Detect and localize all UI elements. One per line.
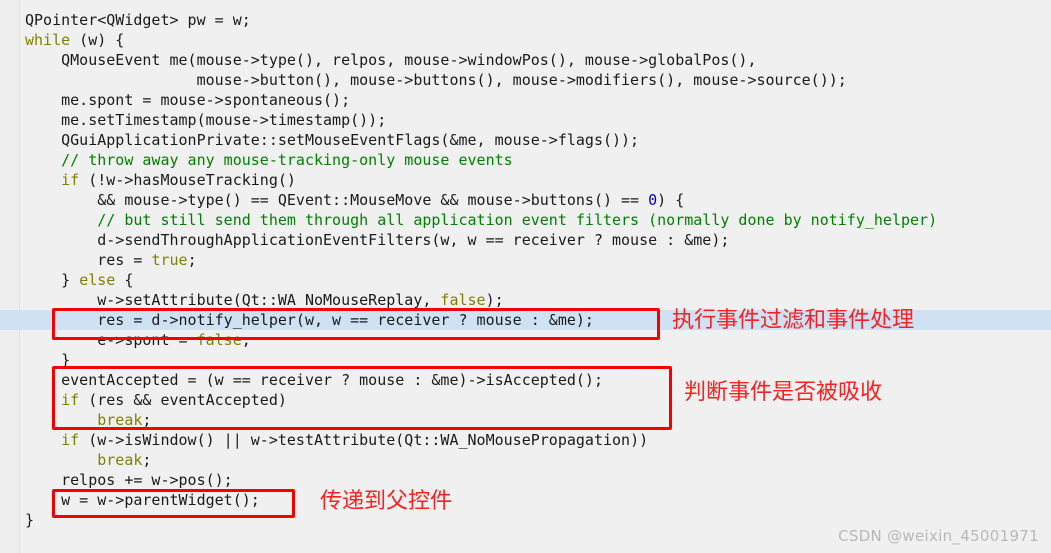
code-token-pln: d->sendThroughApplicationEventFilters(w,… bbox=[25, 231, 730, 249]
code-token-pln: (res && eventAccepted) bbox=[79, 391, 287, 409]
code-line: if (!w->hasMouseTracking() bbox=[19, 170, 1051, 190]
code-line: } else { bbox=[19, 270, 1051, 290]
code-token-pln: res = bbox=[25, 251, 152, 269]
code-line: mouse->button(), mouse->buttons(), mouse… bbox=[19, 70, 1051, 90]
code-token-pln: w->setAttribute(Qt::WA_NoMouseReplay, bbox=[25, 291, 441, 309]
code-token-kw: break bbox=[25, 411, 143, 429]
code-token-pln: ; bbox=[142, 411, 152, 429]
code-line: me.setTimestamp(mouse->timestamp()); bbox=[19, 110, 1051, 130]
code-line: break; bbox=[19, 450, 1051, 470]
code-token-pln: mouse->button(), mouse->buttons(), mouse… bbox=[25, 71, 847, 89]
code-token-pln: && mouse->type() == QEvent::MouseMove &&… bbox=[25, 191, 649, 209]
code-line: while (w) { bbox=[19, 30, 1051, 50]
note-event-filter: 执行事件过滤和事件处理 bbox=[672, 308, 915, 333]
code-token-kw: while bbox=[25, 31, 71, 49]
code-token-pln: (!w->hasMouseTracking() bbox=[79, 171, 296, 189]
code-line: if (res && eventAccepted) bbox=[19, 390, 1051, 410]
code-token-pln: ) { bbox=[657, 191, 685, 209]
code-line: break; bbox=[19, 410, 1051, 430]
code-token-kw: if bbox=[25, 391, 80, 409]
code-token-pln: { bbox=[115, 271, 134, 289]
code-token-pln: ; bbox=[142, 451, 152, 469]
code-line: res = true; bbox=[19, 250, 1051, 270]
code-token-kw: break bbox=[25, 451, 143, 469]
code-token-kw: if bbox=[25, 171, 80, 189]
code-line: w = w->parentWidget(); bbox=[19, 490, 1051, 510]
code-line: relpos += w->pos(); bbox=[19, 470, 1051, 490]
code-token-pln: QMouseEvent me(mouse->type(), relpos, mo… bbox=[25, 51, 757, 69]
code-line: me.spont = mouse->spontaneous(); bbox=[19, 90, 1051, 110]
code-token-pln: ); bbox=[485, 291, 504, 309]
code-token-pln: relpos += w->pos(); bbox=[25, 471, 233, 489]
code-line: eventAccepted = (w == receiver ? mouse :… bbox=[19, 370, 1051, 390]
code-token-pln: (w) { bbox=[70, 31, 125, 49]
code-token-pln: e->spont = bbox=[25, 331, 197, 349]
code-token-num: 0 bbox=[648, 191, 658, 209]
code-token-kw: true bbox=[151, 251, 188, 269]
code-line: // but still send them through all appli… bbox=[19, 210, 1051, 230]
code-line: w->setAttribute(Qt::WA_NoMouseReplay, fa… bbox=[19, 290, 1051, 310]
code-line: QMouseEvent me(mouse->type(), relpos, mo… bbox=[19, 50, 1051, 70]
editor-gutter bbox=[0, 0, 20, 553]
code-block[interactable]: QPointer<QWidget> pw = w; while (w) { QMo… bbox=[19, 10, 1051, 530]
code-token-pln: w = w->parentWidget(); bbox=[25, 491, 260, 509]
code-token-cmt: // throw away any mouse-tracking-only mo… bbox=[25, 151, 513, 169]
code-line: } bbox=[19, 350, 1051, 370]
code-screenshot: QPointer<QWidget> pw = w; while (w) { QMo… bbox=[0, 0, 1051, 553]
code-line: if (w->isWindow() || w->testAttribute(Qt… bbox=[19, 430, 1051, 450]
code-token-cmt: // but still send them through all appli… bbox=[25, 211, 938, 229]
code-token-pln: me.spont = mouse->spontaneous(); bbox=[25, 91, 351, 109]
code-token-pln: ; bbox=[241, 331, 251, 349]
code-token-pln: QPointer<QWidget> pw = w; bbox=[25, 11, 251, 29]
code-line: && mouse->type() == QEvent::MouseMove &&… bbox=[19, 190, 1051, 210]
note-event-accepted: 判断事件是否被吸收 bbox=[684, 380, 883, 405]
code-token-kw: if bbox=[25, 431, 80, 449]
code-token-pln: } bbox=[25, 351, 71, 369]
code-line: // throw away any mouse-tracking-only mo… bbox=[19, 150, 1051, 170]
code-token-pln: eventAccepted = (w == receiver ? mouse :… bbox=[25, 371, 603, 389]
code-token-kw: false bbox=[440, 291, 486, 309]
note-parent-widget: 传递到父控件 bbox=[320, 489, 453, 514]
code-token-pln: res = d->notify_helper(w, w == receiver … bbox=[25, 311, 594, 329]
code-token-pln: ; bbox=[187, 251, 197, 269]
code-line: QPointer<QWidget> pw = w; bbox=[19, 10, 1051, 30]
code-token-kw: false bbox=[196, 331, 242, 349]
code-token-pln: QGuiApplicationPrivate::setMouseEventFla… bbox=[25, 131, 640, 149]
code-line: d->sendThroughApplicationEventFilters(w,… bbox=[19, 230, 1051, 250]
code-token-pln: } bbox=[25, 511, 35, 529]
code-line: QGuiApplicationPrivate::setMouseEventFla… bbox=[19, 130, 1051, 150]
csdn-watermark: CSDN @weixin_45001971 bbox=[838, 527, 1039, 545]
code-token-pln: } bbox=[25, 271, 80, 289]
code-token-kw: else bbox=[79, 271, 116, 289]
code-token-pln: me.setTimestamp(mouse->timestamp()); bbox=[25, 111, 387, 129]
code-token-pln: (w->isWindow() || w->testAttribute(Qt::W… bbox=[79, 431, 649, 449]
